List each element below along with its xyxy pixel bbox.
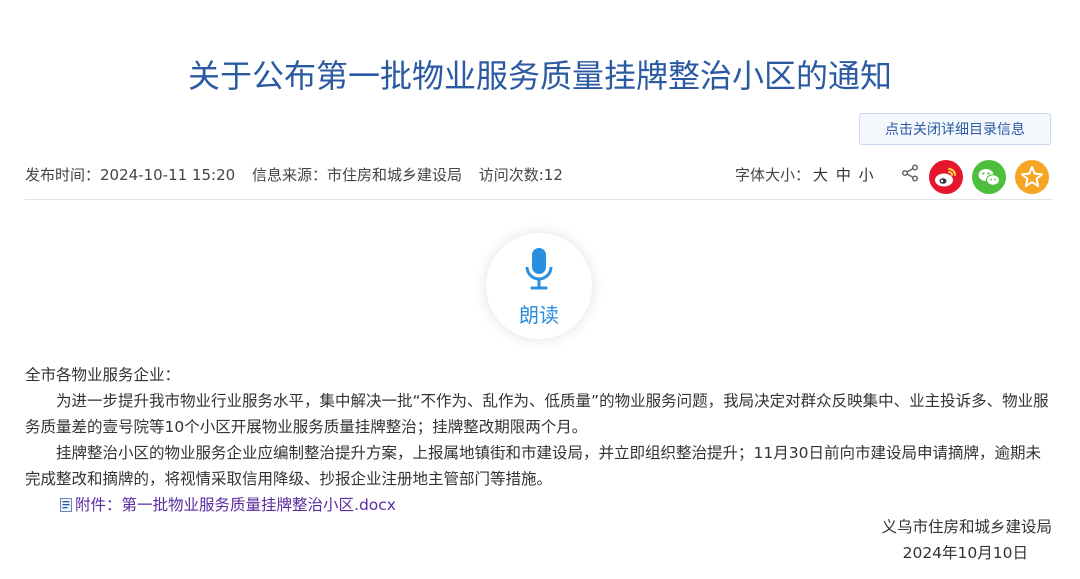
page-title: 关于公布第一批物业服务质量挂牌整治小区的通知 (187, 57, 892, 96)
microphone-icon (525, 248, 553, 290)
signature: 义乌市住房和城乡建设局 2024年10月10日 (881, 514, 1052, 566)
greeting: 全市各物业服务企业： (25, 366, 181, 384)
article-meta: 发布时间：2024-10-11 15:20 信息来源：市住房和城乡建设局 访问次… (25, 164, 575, 186)
publish-time: 发布时间：2024-10-11 15:20 (25, 166, 236, 184)
attachment-link[interactable]: 第一批物业服务质量挂牌整治小区.docx (122, 492, 396, 518)
attachment-label[interactable]: 附件： (75, 492, 122, 518)
read-aloud-label: 朗读 (519, 303, 559, 327)
read-aloud-button[interactable]: 朗读 (486, 233, 592, 339)
paragraph: 挂牌整治小区的物业服务企业应编制整治提升方案，上报属地镇街和市建设局，并立即组织… (25, 444, 1041, 488)
font-size-large-button[interactable]: 大 (813, 166, 828, 184)
header-divider (25, 199, 1053, 200)
share-icon[interactable] (900, 163, 920, 183)
font-size-label: 字体大小： (735, 166, 811, 184)
signature-date: 2024年10月10日 (902, 544, 1028, 562)
font-size-controls: 字体大小：大 中 小 (735, 164, 874, 186)
font-size-medium-button[interactable]: 中 (836, 166, 851, 184)
info-source: 信息来源：市住房和城乡建设局 (251, 166, 462, 184)
toggle-catalog-button[interactable]: 点击关闭详细目录信息 (859, 113, 1051, 145)
paragraph: 为进一步提升我市物业行业服务水平，集中解决一批“不作为、乱作为、低质量”的物业服… (25, 392, 1049, 436)
document-icon (60, 498, 72, 512)
visit-count: 访问次数:12 (478, 166, 563, 184)
favorite-icon[interactable] (1015, 160, 1049, 194)
weibo-icon[interactable] (929, 160, 963, 194)
signature-org: 义乌市住房和城乡建设局 (881, 518, 1052, 536)
wechat-icon[interactable] (972, 160, 1006, 194)
font-size-small-button[interactable]: 小 (859, 166, 874, 184)
article-body: 全市各物业服务企业： 为进一步提升我市物业行业服务水平，集中解决一批“不作为、乱… (25, 362, 1053, 518)
